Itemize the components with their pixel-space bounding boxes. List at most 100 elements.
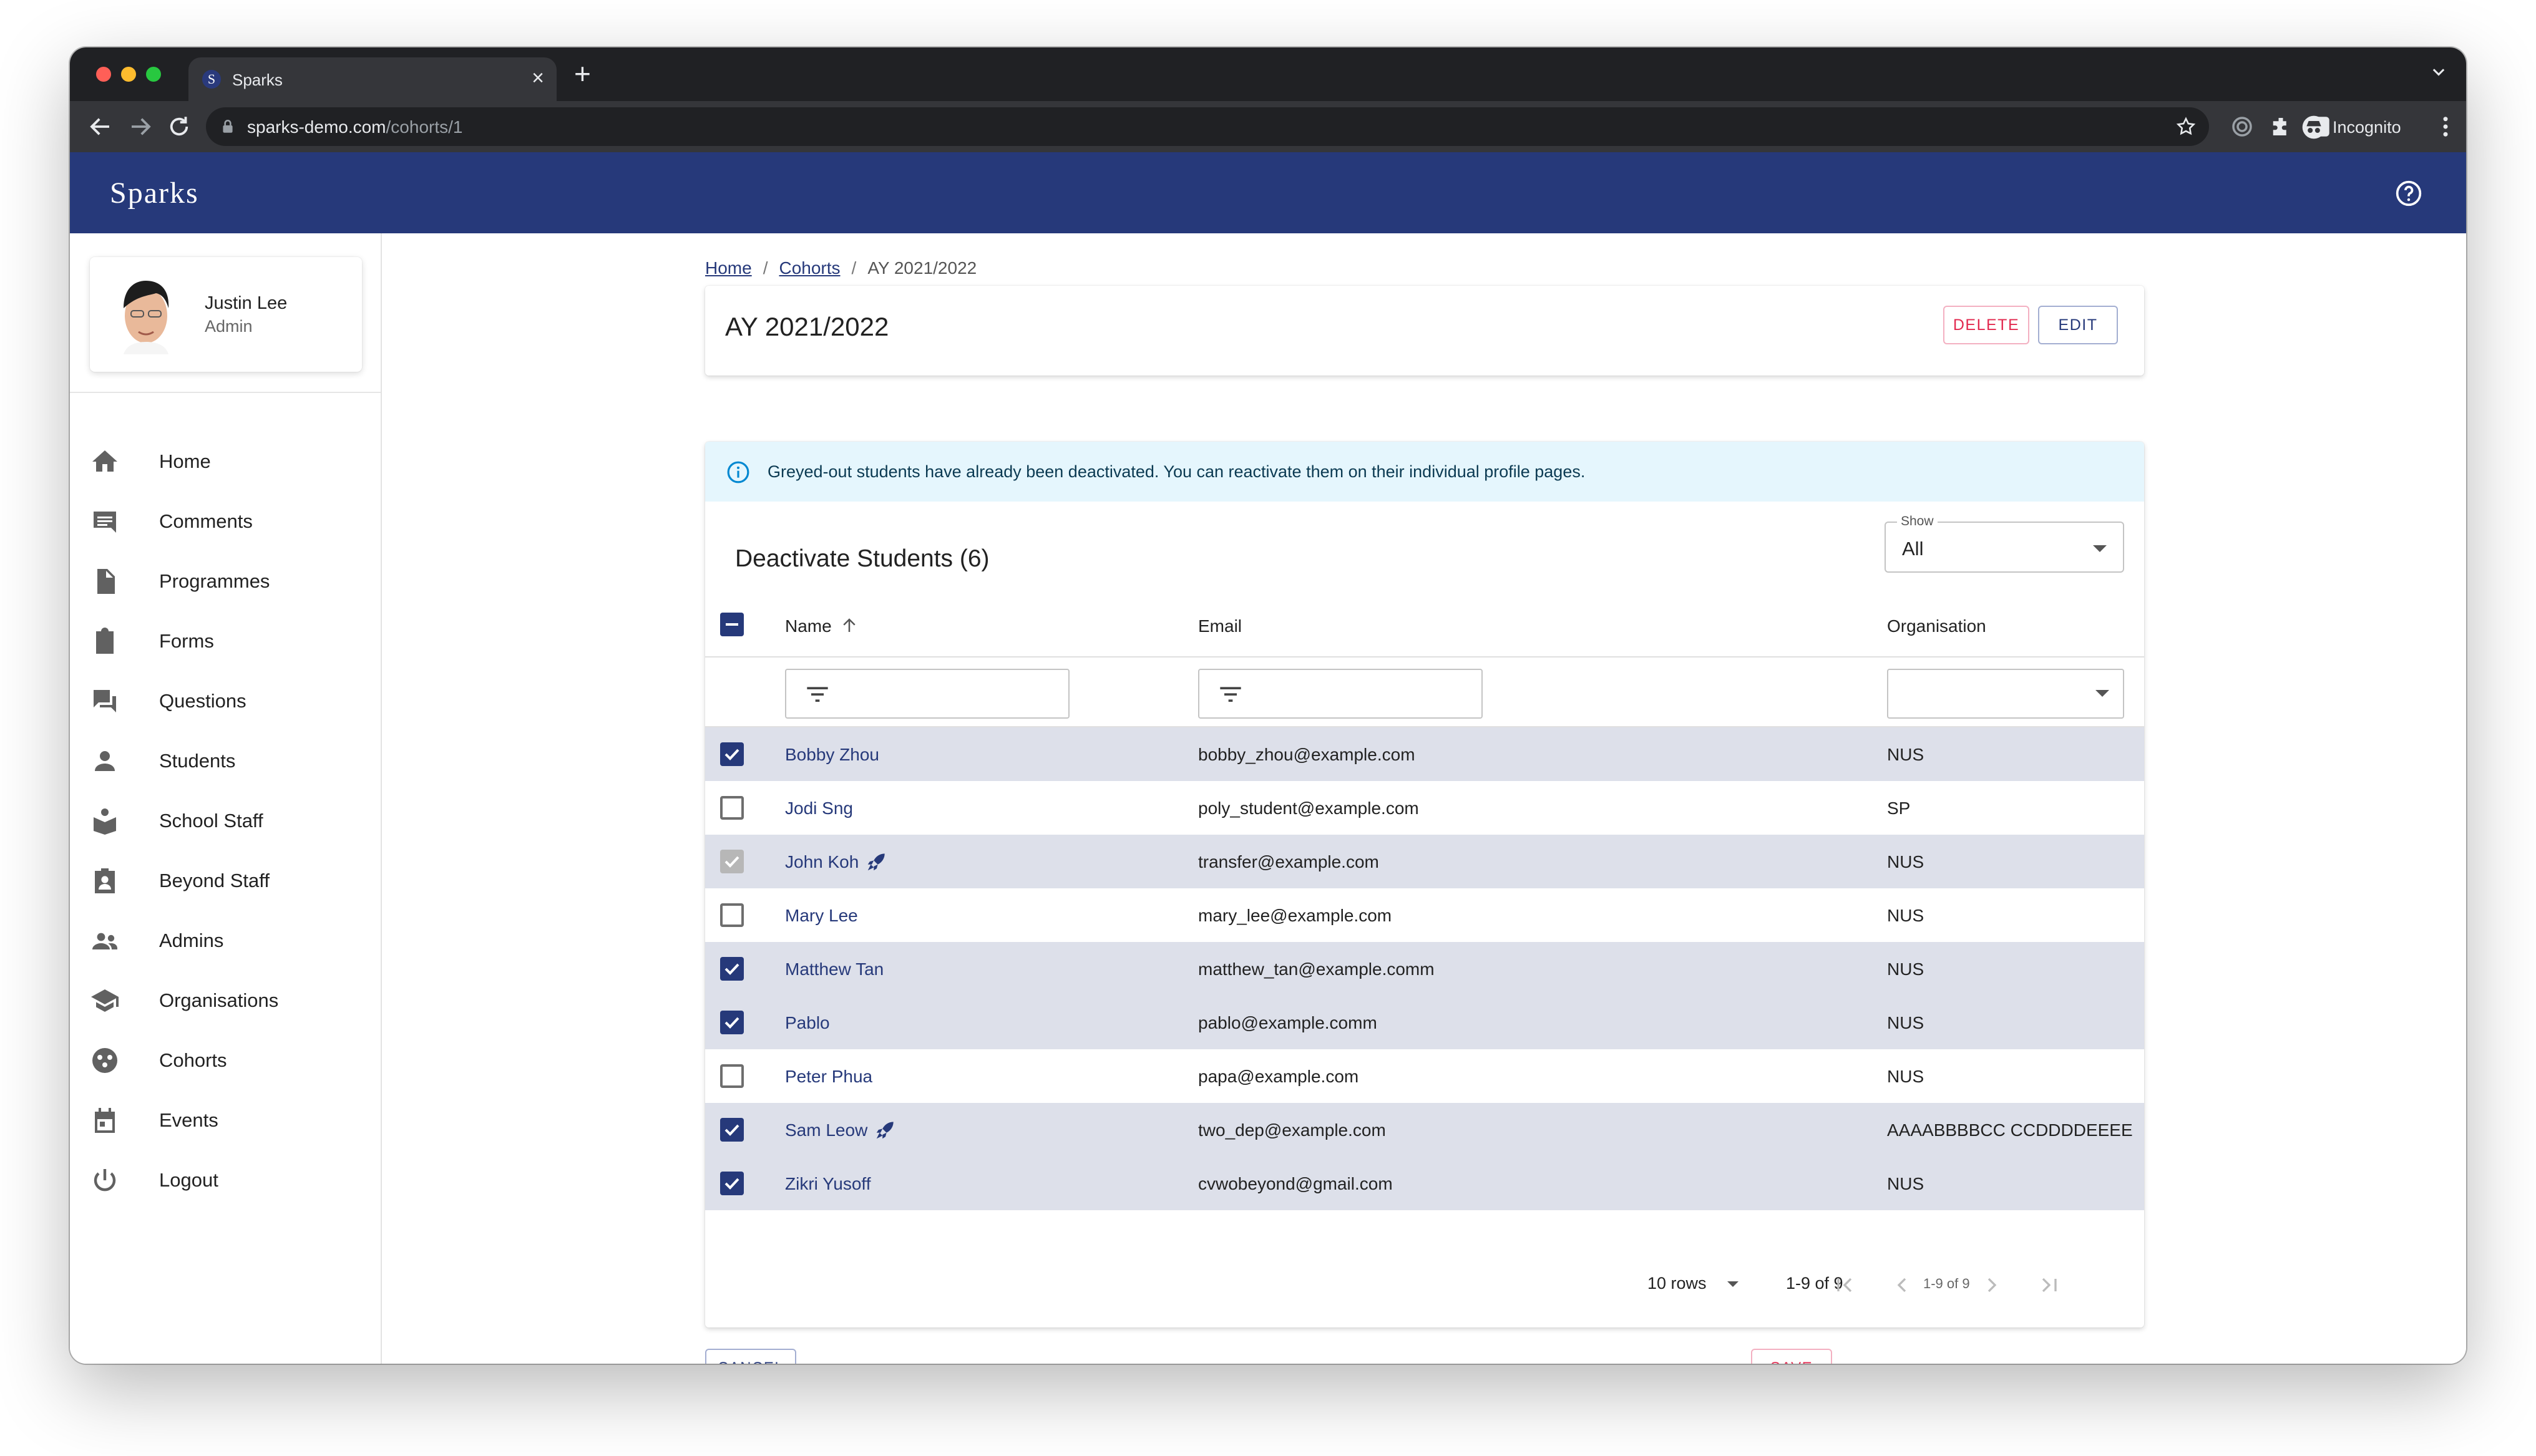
browser-tab[interactable]: S Sparks × [188, 57, 557, 101]
column-header-name[interactable]: Name [785, 616, 856, 636]
select-all-checkbox[interactable] [720, 613, 744, 636]
student-email: poly_student@example.com [1198, 798, 1419, 818]
tab-close-icon[interactable]: × [532, 66, 544, 90]
student-name-link[interactable]: Pablo [785, 1013, 830, 1033]
sidebar-item-questions[interactable]: Questions [70, 671, 381, 731]
sidebar-item-label: Students [159, 750, 236, 772]
sidebar-item-events[interactable]: Events [70, 1090, 381, 1150]
arrow-up-icon[interactable] [840, 616, 859, 635]
student-email: transfer@example.com [1198, 852, 1379, 871]
extensions-puzzle-icon[interactable] [2268, 114, 2294, 140]
name-filter-input[interactable] [785, 669, 1070, 719]
table-row[interactable]: Jodi Sng poly_student@example.com SP [705, 781, 2144, 835]
new-tab-button[interactable]: + [574, 57, 591, 90]
user-profile-card[interactable]: Justin Lee Admin [90, 257, 362, 372]
student-organisation: NUS [1887, 1013, 1924, 1032]
student-email: pablo@example.comm [1198, 1013, 1377, 1032]
next-page-icon [1987, 1278, 1997, 1293]
delete-button[interactable]: DELETE [1943, 306, 2029, 344]
row-checkbox[interactable] [720, 1064, 744, 1088]
sidebar-item-home[interactable]: Home [70, 432, 381, 492]
sidebar-item-cohorts[interactable]: Cohorts [70, 1031, 381, 1090]
brand-logo[interactable]: Sparks [110, 176, 199, 210]
sidebar-item-admins[interactable]: Admins [70, 911, 381, 971]
student-name-link[interactable]: Jodi Sng [785, 798, 853, 818]
user-role: Admin [205, 317, 253, 336]
table-row[interactable]: Bobby Zhou bobby_zhou@example.com NUS [705, 727, 2144, 781]
reload-icon[interactable] [166, 114, 192, 140]
browser-menu-icon[interactable] [2432, 114, 2459, 140]
sidebar-item-logout[interactable]: Logout [70, 1150, 381, 1210]
close-window-button[interactable] [96, 67, 111, 82]
sidebar-item-school-staff[interactable]: School Staff [70, 791, 381, 851]
graduation-cap-icon [91, 989, 119, 1012]
table-row[interactable]: Peter Phua papa@example.com NUS [705, 1049, 2144, 1103]
row-checkbox-disabled [720, 850, 744, 873]
sidebar-item-label: School Staff [159, 810, 263, 832]
breadcrumb-cohorts-link[interactable]: Cohorts [779, 258, 840, 278]
last-page-icon [2042, 1278, 2057, 1293]
table-row[interactable]: Matthew Tan matthew_tan@example.comm NUS [705, 942, 2144, 996]
student-name-link[interactable]: John Koh [785, 852, 859, 872]
row-checkbox[interactable] [720, 796, 744, 820]
column-header-organisation[interactable]: Organisation [1887, 616, 1986, 636]
show-filter-select[interactable]: Show All [1885, 514, 2124, 573]
sidebar-item-label: Events [159, 1109, 218, 1131]
row-checkbox[interactable] [720, 1118, 744, 1142]
table-row[interactable]: Pablo pablo@example.comm NUS [705, 996, 2144, 1049]
organisation-filter-select[interactable] [1887, 669, 2124, 719]
student-name-link[interactable]: Sam Leow [785, 1120, 867, 1140]
row-checkbox[interactable] [720, 903, 744, 927]
breadcrumb: Home / Cohorts / AY 2021/2022 [705, 258, 977, 278]
sidebar-item-label: Programmes [159, 570, 270, 592]
student-organisation: NUS [1887, 1067, 1924, 1086]
tab-search-chevron-icon[interactable] [2430, 64, 2447, 81]
student-email: matthew_tan@example.comm [1198, 959, 1435, 979]
address-bar[interactable]: sparks-demo.com/cohorts/1 [206, 107, 2209, 146]
student-name-link[interactable]: Zikri Yusoff [785, 1174, 871, 1194]
url-text: sparks-demo.com/cohorts/1 [247, 117, 463, 137]
email-filter-input[interactable] [1198, 669, 1483, 719]
table-row[interactable]: Zikri Yusoff cvwobeyond@gmail.com NUS [705, 1157, 2144, 1210]
row-checkbox[interactable] [720, 1172, 744, 1195]
table-row[interactable]: John Koh transfer@example.com NUS [705, 835, 2144, 888]
sidebar-item-students[interactable]: Students [70, 731, 381, 791]
student-organisation: NUS [1887, 1174, 1924, 1193]
people-icon [92, 933, 117, 949]
sidebar-item-beyond-staff[interactable]: Beyond Staff [70, 851, 381, 911]
forward-icon[interactable] [127, 114, 154, 140]
school-staff-icon [94, 808, 116, 835]
sidebar-item-label: Admins [159, 929, 224, 951]
sidebar-item-label: Forms [159, 630, 214, 652]
main-content: Home / Cohorts / AY 2021/2022 AY 2021/2022 D… [382, 233, 2466, 1364]
tab-title: Sparks [232, 70, 283, 89]
table-row[interactable]: Sam Leow two_dep@example.com AAAABBBBCC … [705, 1103, 2144, 1157]
sidebar-item-comments[interactable]: Comments [70, 492, 381, 551]
row-checkbox[interactable] [720, 742, 744, 766]
edit-button[interactable]: EDIT [2038, 306, 2118, 344]
sidebar-item-programmes[interactable]: Programmes [70, 551, 381, 611]
save-button[interactable]: SAVE [1751, 1349, 1832, 1364]
student-name-link[interactable]: Mary Lee [785, 906, 858, 926]
row-checkbox[interactable] [720, 957, 744, 981]
sidebar-item-forms[interactable]: Forms [70, 611, 381, 671]
row-checkbox[interactable] [720, 1011, 744, 1034]
student-name-link[interactable]: Peter Phua [785, 1067, 872, 1087]
cancel-button[interactable]: CANCEL [705, 1349, 796, 1364]
table-row[interactable]: Mary Lee mary_lee@example.com NUS [705, 888, 2144, 942]
power-icon [94, 1169, 116, 1191]
maximize-window-button[interactable] [146, 67, 161, 82]
incognito-label: Incognito [2333, 118, 2401, 137]
column-header-email[interactable]: Email [1198, 616, 1242, 636]
back-icon[interactable] [87, 114, 114, 140]
student-name-link[interactable]: Bobby Zhou [785, 745, 879, 765]
breadcrumb-home-link[interactable]: Home [705, 258, 752, 278]
student-name-link[interactable]: Matthew Tan [785, 959, 884, 979]
info-alert: Greyed-out students have already been de… [705, 442, 2144, 502]
extension-circle-icon[interactable] [2229, 114, 2255, 140]
rows-per-page-select[interactable]: 10 rows [1647, 1274, 1739, 1293]
bookmark-star-icon[interactable] [2175, 116, 2197, 137]
minimize-window-button[interactable] [121, 67, 136, 82]
help-icon[interactable] [2395, 180, 2422, 207]
sidebar-item-organisations[interactable]: Organisations [70, 971, 381, 1031]
